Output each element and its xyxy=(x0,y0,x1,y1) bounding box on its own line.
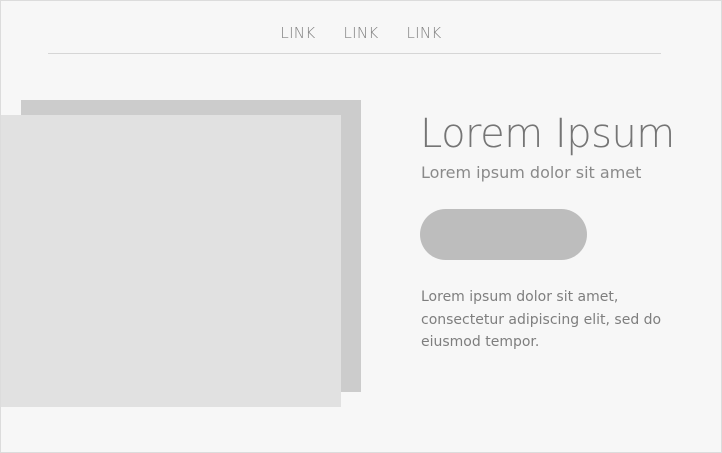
nav-link-3[interactable]: LINK xyxy=(407,21,442,45)
hero-subtitle: Lorem ipsum dolor sit amet xyxy=(421,163,642,182)
image-placeholder-front xyxy=(1,115,341,407)
top-nav: LINK LINK LINK xyxy=(1,21,721,45)
nav-divider xyxy=(48,53,661,54)
nav-link-1[interactable]: LINK xyxy=(280,21,315,45)
cta-button[interactable] xyxy=(420,209,587,260)
nav-link-2[interactable]: LINK xyxy=(343,21,378,45)
page-frame: LINK LINK LINK Lorem Ipsum Lorem ipsum d… xyxy=(0,0,722,453)
hero-title: Lorem Ipsum xyxy=(420,111,675,157)
hero-body-text: Lorem ipsum dolor sit amet, consectetur … xyxy=(421,289,662,350)
